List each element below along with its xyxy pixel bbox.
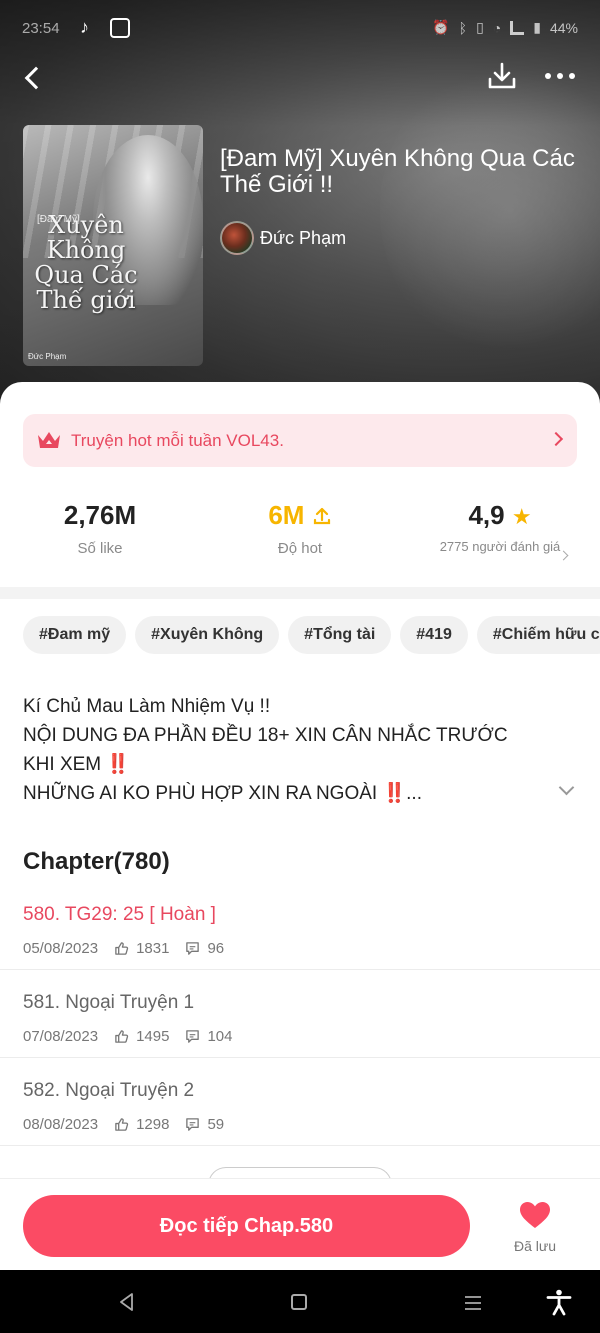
- hot-banner-text: Truyện hot mỗi tuần VOL43.: [71, 431, 284, 450]
- wifi-icon: ◔: [492, 19, 502, 36]
- stat-likes: 2,76M Số like: [0, 494, 200, 557]
- top-bar: [0, 54, 600, 100]
- battery-icon: ▮: [533, 19, 541, 35]
- tag-chip[interactable]: #419: [400, 616, 468, 654]
- chapter-title: 580. TG29: 25 [ Hoàn ]: [23, 904, 216, 925]
- chapter-likes: 1831: [136, 940, 170, 957]
- chapter-row[interactable]: 580. TG29: 25 [ Hoàn ] 05/08/2023 1831 9…: [0, 882, 600, 970]
- description-line: Kí Chủ Mau Làm Nhiệm Vụ !!: [23, 696, 271, 717]
- nav-back-icon[interactable]: [117, 1292, 137, 1312]
- description-text: NHỮNG AI KO PHÙ HỢP XIN RA NGOÀI: [23, 783, 378, 804]
- rating-count-label: 2775 người đánh giá: [439, 539, 561, 554]
- comment-icon: [186, 1030, 200, 1043]
- hot-value-row: 6M: [200, 494, 400, 536]
- expand-chevron-icon[interactable]: [558, 779, 575, 796]
- tag-chip[interactable]: #Tổng tài: [288, 616, 392, 654]
- alarm-icon: ⏰: [432, 19, 450, 35]
- thumbs-up-icon: [115, 942, 129, 955]
- download-icon: [488, 62, 516, 89]
- stat-hot: 6M Độ hot: [200, 494, 400, 557]
- double-exclamation-icon: ‼️: [106, 754, 131, 775]
- download-button[interactable]: [486, 60, 518, 92]
- description-text: NỘI DUNG ĐA PHẦN ĐỀU 18+ XIN CÂN NHẮC TR…: [23, 725, 508, 775]
- hot-value: 6M: [268, 500, 305, 530]
- tag-chip[interactable]: #Đam mỹ: [23, 616, 127, 654]
- chapter-meta: 08/08/2023 1298 59: [23, 1116, 224, 1133]
- app-notification-icon: [110, 18, 130, 38]
- vibrate-icon: ▯: [476, 19, 484, 35]
- likes-label: Số like: [77, 540, 123, 557]
- status-bar: 23:54 ♪ ⏰ ᛒ ▯ ◔ ▮ 44%: [0, 0, 600, 58]
- hot-label: Độ hot: [277, 540, 323, 557]
- description-ellipsis: ...: [406, 783, 422, 804]
- comment-icon: [186, 942, 200, 955]
- tiktok-icon: ♪: [80, 17, 89, 37]
- chapter-date: 07/08/2023: [23, 1028, 99, 1045]
- chapter-comments: 96: [207, 940, 225, 957]
- back-button[interactable]: [20, 62, 50, 92]
- chapter-likes: 1495: [136, 1028, 170, 1045]
- system-nav-bar: [0, 1270, 600, 1333]
- chapter-heading: Chapter(780): [23, 848, 170, 875]
- saved-label: Đã lưu: [513, 1238, 557, 1254]
- bluetooth-icon: ᛒ: [458, 19, 468, 36]
- chevron-right-icon: [558, 550, 569, 561]
- story-cover[interactable]: [Đam Mỹ] Xuyên Không Qua Các Thế giới Đứ…: [23, 125, 203, 366]
- chapter-comments: 104: [207, 1028, 233, 1045]
- more-options-button[interactable]: [540, 60, 580, 92]
- author-avatar: [220, 221, 254, 255]
- chapter-meta: 05/08/2023 1831 96: [23, 940, 224, 957]
- tag-chip[interactable]: #Chiếm hữu c: [476, 616, 600, 654]
- author-row[interactable]: Đức Phạm: [220, 221, 346, 255]
- star-icon: ★: [511, 504, 532, 529]
- likes-value: 2,76M: [63, 500, 137, 530]
- chapter-date: 08/08/2023: [23, 1116, 99, 1133]
- heart-icon: [520, 1202, 550, 1228]
- cover-author: Đức Phạm: [28, 352, 67, 361]
- bottom-action-bar: Đọc tiếp Chap.580 Đã lưu: [0, 1178, 600, 1270]
- author-name: Đức Phạm: [260, 227, 347, 248]
- rating-value-row: 4,9 ★: [400, 494, 600, 538]
- continue-reading-button[interactable]: Đọc tiếp Chap.580: [23, 1195, 470, 1257]
- stats-row: 2,76M Số like 6M Độ hot 4,9 ★ 2775 người…: [0, 494, 600, 584]
- story-title: [Đam Mỹ] Xuyên Không Qua Các Thế Giới !!: [220, 145, 575, 198]
- chapter-title: 582. Ngoại Truyện 2: [23, 1080, 195, 1101]
- chapter-row[interactable]: 581. Ngoại Truyện 1 07/08/2023 1495 104: [0, 970, 600, 1058]
- story-description[interactable]: Kí Chủ Mau Làm Nhiệm Vụ !! NỘI DUNG ĐA P…: [23, 692, 543, 808]
- chapter-likes: 1298: [136, 1116, 170, 1133]
- description-line-3: NHỮNG AI KO PHÙ HỢP XIN RA NGOÀI ‼️...: [23, 779, 543, 808]
- nav-home-icon[interactable]: [291, 1294, 307, 1310]
- rating-value: 4,9: [468, 500, 505, 530]
- description-line-2: NỘI DUNG ĐA PHẦN ĐỀU 18+ XIN CÂN NHẮC TR…: [23, 721, 543, 779]
- chevron-right-icon: [548, 431, 564, 447]
- thumbs-up-icon: [115, 1030, 129, 1043]
- more-icon: [545, 73, 575, 79]
- comment-icon: [186, 1118, 200, 1131]
- cover-title: Xuyên Không Qua Các Thế giới: [34, 211, 138, 314]
- battery-percent: 44%: [549, 19, 578, 36]
- chapter-meta: 07/08/2023 1495 104: [23, 1028, 232, 1045]
- double-exclamation-icon: ‼️: [382, 783, 407, 804]
- chapter-row[interactable]: 582. Ngoại Truyện 2 08/08/2023 1298 59: [0, 1058, 600, 1146]
- status-time: 23:54: [22, 20, 60, 37]
- crown-icon: [38, 432, 60, 448]
- accessibility-icon[interactable]: [545, 1288, 573, 1316]
- thumbs-up-icon: [115, 1118, 129, 1131]
- signal-icon: [510, 20, 525, 35]
- hot-banner[interactable]: Truyện hot mỗi tuần VOL43.: [23, 414, 577, 467]
- nav-recents-icon[interactable]: [463, 1294, 483, 1312]
- upload-icon: [313, 507, 330, 525]
- section-divider: [0, 587, 600, 599]
- tag-chip[interactable]: #Xuyên Không: [135, 616, 280, 654]
- tag-list: #Đam mỹ #Xuyên Không #Tổng tài #419 #Chiếm h…: [23, 616, 600, 656]
- chapter-title: 581. Ngoại Truyện 1: [23, 992, 195, 1013]
- chapter-date: 05/08/2023: [23, 940, 99, 957]
- chapter-comments: 59: [207, 1116, 225, 1133]
- saved-button[interactable]: Đã lưu: [500, 1201, 570, 1254]
- stat-rating[interactable]: 4,9 ★ 2775 người đánh giá: [400, 494, 600, 561]
- status-icons: ⏰ ᛒ ▯ ◔ ▮ 44%: [432, 19, 578, 36]
